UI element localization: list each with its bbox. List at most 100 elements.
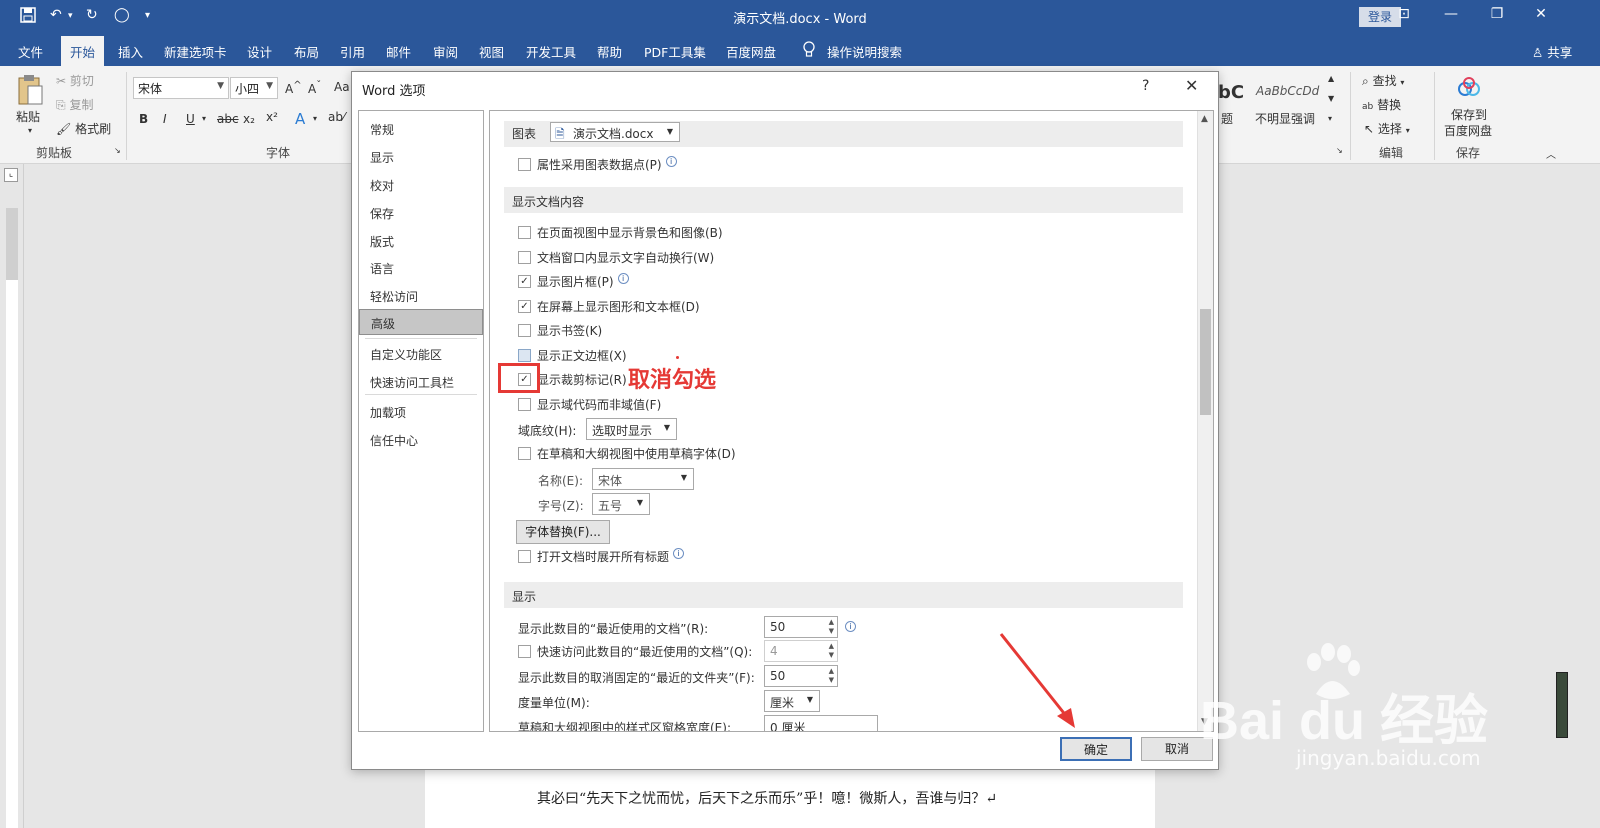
expand-headings-label: 打开文档时展开所有标题 i xyxy=(537,548,685,565)
tab-review[interactable]: 审阅 xyxy=(433,42,458,61)
nav-item-quick-access-toolbar[interactable]: 快速访问工具栏 xyxy=(359,369,483,395)
field-shading-select[interactable]: 选取时显示 ▼ xyxy=(586,418,677,440)
nav-item-customize-ribbon[interactable]: 自定义功能区 xyxy=(359,341,483,367)
baidu-cloud-icon[interactable] xyxy=(1456,76,1482,101)
help-icon[interactable]: ? xyxy=(1142,78,1149,94)
styles-more-icon[interactable]: ▾ xyxy=(1328,114,1332,123)
nav-item-layout[interactable]: 版式 xyxy=(359,228,483,254)
tab-baidu-netdisk[interactable]: 百度网盘 xyxy=(726,42,776,61)
styles-scroll-down-icon[interactable]: ▼ xyxy=(1328,94,1334,103)
tab-home[interactable]: 开始 xyxy=(61,36,105,66)
option-checkbox[interactable]: ✓ xyxy=(518,300,531,313)
nav-item-accessibility[interactable]: 轻松访问 xyxy=(359,283,483,309)
style-pane-width-input[interactable]: 0 厘米 xyxy=(764,715,878,731)
find-button[interactable]: ⌕ 查找 ▾ xyxy=(1362,72,1404,89)
tab-references[interactable]: 引用 xyxy=(340,42,365,61)
ok-button[interactable]: 确定 xyxy=(1060,737,1132,761)
save-to-baidu-line2[interactable]: 百度网盘 xyxy=(1444,122,1492,139)
font-substitution-button[interactable]: 字体替换(F)... xyxy=(516,520,610,544)
option-checkbox[interactable] xyxy=(518,226,531,239)
paste-icon[interactable] xyxy=(16,74,44,111)
draft-font-name-select[interactable]: 宋体 ▼ xyxy=(592,468,694,490)
draft-font-size-select[interactable]: 五号 ▼ xyxy=(592,493,650,515)
strikethrough-icon[interactable]: abc xyxy=(217,112,239,126)
font-size-combo[interactable]: 小四 ▼ xyxy=(230,77,278,99)
units-select[interactable]: 厘米 ▼ xyxy=(764,690,820,712)
option-checkbox[interactable] xyxy=(518,251,531,264)
text-effects-dropdown-icon[interactable]: ▾ xyxy=(313,114,317,123)
cut-button[interactable]: ✂ 剪切 xyxy=(56,72,94,89)
format-painter-button[interactable]: 🖌 格式刷 xyxy=(56,120,111,137)
tab-help[interactable]: 帮助 xyxy=(597,42,622,61)
styles-launcher-icon[interactable]: ↘ xyxy=(1336,146,1343,155)
style-heading-label[interactable]: 题 xyxy=(1221,110,1233,127)
paste-dropdown-icon[interactable]: ▾ xyxy=(28,126,32,135)
save-to-baidu-line1[interactable]: 保存到 xyxy=(1451,106,1487,123)
share-button[interactable]: ♙ 共享 xyxy=(1532,42,1572,61)
highlight-icon[interactable]: ab⁄ xyxy=(328,110,345,124)
subscript-icon[interactable]: x₂ xyxy=(243,112,255,126)
nav-item-trust-center[interactable]: 信任中心 xyxy=(359,427,483,453)
chart-document-select[interactable]: 🗎 演示文档.docx ▼ xyxy=(550,122,680,142)
tab-selector-icon[interactable]: ⌞ xyxy=(4,168,18,182)
nav-item-proofing[interactable]: 校对 xyxy=(359,172,483,198)
tab-developer[interactable]: 开发工具 xyxy=(526,42,576,61)
superscript-icon[interactable]: x² xyxy=(266,110,278,124)
italic-icon[interactable]: I xyxy=(163,112,167,126)
grow-font-icon[interactable]: A^ xyxy=(285,80,302,96)
tab-file[interactable]: 文件 xyxy=(18,42,43,61)
option-checkbox[interactable] xyxy=(518,324,531,337)
collapse-ribbon-icon[interactable]: ︿ xyxy=(1546,146,1556,161)
replace-button[interactable]: ab 替换 xyxy=(1362,96,1401,113)
unpinned-folders-spinner[interactable]: 50 ▲ ▼ xyxy=(764,665,838,687)
quick-access-checkbox[interactable] xyxy=(518,645,531,658)
shrink-font-icon[interactable]: Aˇ xyxy=(308,80,321,96)
nav-item-display[interactable]: 显示 xyxy=(359,144,483,170)
clipboard-launcher-icon[interactable]: ↘ xyxy=(114,146,121,155)
style-subtle-emphasis-preview[interactable]: AaBbCcDd xyxy=(1256,84,1319,98)
expand-headings-checkbox[interactable] xyxy=(518,550,531,563)
style-subtle-emphasis-label[interactable]: 不明显强调 xyxy=(1255,110,1315,127)
option-checkbox[interactable] xyxy=(518,398,531,411)
draft-font-checkbox[interactable] xyxy=(518,447,531,460)
restore-icon[interactable]: ❐ xyxy=(1483,6,1511,22)
option-checkbox[interactable] xyxy=(518,349,531,362)
close-icon[interactable]: ✕ xyxy=(1185,76,1198,95)
bold-icon[interactable]: B xyxy=(139,112,148,126)
style-heading-preview[interactable]: bC xyxy=(1218,82,1244,103)
nav-item-general[interactable]: 常规 xyxy=(359,116,483,142)
underline-dropdown-icon[interactable]: ▾ xyxy=(202,114,206,123)
nav-item-save[interactable]: 保存 xyxy=(359,200,483,226)
recent-docs-spinner[interactable]: 50 ▲ ▼ xyxy=(764,616,838,638)
tab-pdf-tools[interactable]: PDF工具集 xyxy=(644,42,706,61)
tab-insert[interactable]: 插入 xyxy=(118,42,143,61)
nav-item-language[interactable]: 语言 xyxy=(359,255,483,281)
minimize-icon[interactable]: — xyxy=(1437,6,1465,22)
option-checkbox[interactable]: ✓ xyxy=(518,275,531,288)
tab-new-tab[interactable]: 新建选项卡 xyxy=(164,42,227,61)
quick-access-spinner[interactable]: 4 ▲ ▼ xyxy=(764,640,838,662)
chart-props-checkbox[interactable] xyxy=(518,158,531,171)
tab-mailings[interactable]: 邮件 xyxy=(386,42,411,61)
ribbon-display-icon[interactable]: ⊡ xyxy=(1390,6,1418,22)
scrollbar-thumb[interactable] xyxy=(1200,309,1211,415)
scroll-up-icon[interactable]: ▲ xyxy=(1201,114,1208,124)
tell-me-search[interactable]: 操作说明搜索 xyxy=(827,42,902,61)
font-name-combo[interactable]: 宋体 ▼ xyxy=(133,77,229,99)
tab-view[interactable]: 视图 xyxy=(479,42,504,61)
copy-button[interactable]: ⎘ 复制 xyxy=(56,96,93,113)
tab-layout[interactable]: 布局 xyxy=(294,42,319,61)
nav-item-advanced[interactable]: 高级 xyxy=(359,309,483,335)
text-effects-icon[interactable]: A xyxy=(295,110,305,128)
tab-design[interactable]: 设计 xyxy=(247,42,272,61)
side-widget[interactable] xyxy=(1556,672,1568,738)
close-window-icon[interactable]: ✕ xyxy=(1527,6,1555,22)
underline-icon[interactable]: U xyxy=(186,112,195,126)
nav-item-add-ins[interactable]: 加载项 xyxy=(359,399,483,425)
select-button[interactable]: ↖ 选择 ▾ xyxy=(1364,120,1410,137)
annotation-text: 取消勾选 xyxy=(628,368,717,393)
styles-scroll-up-icon[interactable]: ▲ xyxy=(1328,74,1334,83)
paste-label[interactable]: 粘贴 xyxy=(16,108,40,125)
vertical-scrollbar[interactable]: ▲ ▼ xyxy=(1197,111,1213,731)
change-case-icon[interactable]: Aa xyxy=(334,80,350,94)
